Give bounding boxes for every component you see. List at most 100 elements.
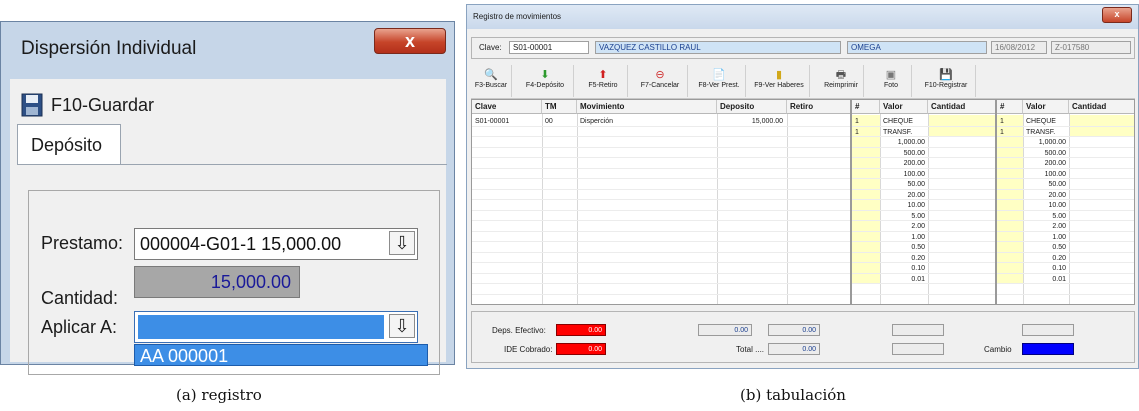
denomination-value[interactable]: 1,000.00: [1023, 138, 1066, 148]
denomination-value[interactable]: CHEQUE: [883, 117, 913, 127]
toolbar-button-registrar[interactable]: 💾 F10-Registrar: [917, 65, 976, 97]
empty-field-1: [892, 324, 944, 336]
dispersion-window: Dispersión Individual x F10-Guardar Depó…: [0, 21, 455, 375]
denomination-grid-left[interactable]: # Valor Cantidad CHEQUE TRANSF. 1,000.00 50…: [851, 99, 996, 305]
denomination-number[interactable]: 1: [1000, 128, 1004, 138]
aplicar-combo[interactable]: ⇩: [134, 311, 418, 343]
denomination-value[interactable]: 0.10: [880, 264, 925, 274]
magnifier-icon: 🔍: [484, 69, 498, 81]
col-header-valor[interactable]: Valor: [1023, 100, 1069, 114]
denomination-value[interactable]: 500.00: [1023, 149, 1066, 159]
toolbar-button-ver-haberes[interactable]: ▮ F9-Ver Haberes: [749, 65, 810, 97]
denomination-value[interactable]: 100.00: [880, 170, 925, 180]
denomination-value[interactable]: 100.00: [1023, 170, 1066, 180]
denomination-value[interactable]: 0.01: [880, 275, 925, 285]
grid-row-line: [997, 293, 1134, 295]
denomination-value[interactable]: 10.00: [1023, 201, 1066, 211]
denomination-value[interactable]: 5.00: [1023, 212, 1066, 222]
grid-row-line: [472, 262, 850, 263]
col-header-cantidad[interactable]: Cantidad: [1069, 100, 1134, 114]
cantidad-value: 15,000.00: [210, 272, 291, 292]
title-bar: Registro de movimientos x: [467, 5, 1138, 29]
fecha-field[interactable]: 16/08/2012: [991, 41, 1047, 54]
toolbar-button-cancelar[interactable]: ⊖ F7-Cancelar: [633, 65, 688, 97]
toolbar-button-foto[interactable]: ▣ Foto: [871, 65, 912, 97]
subtotal-field-2: 0.00: [768, 324, 820, 336]
denomination-value[interactable]: TRANSF.: [1026, 128, 1055, 138]
denomination-value[interactable]: 2.00: [880, 222, 925, 232]
total-field: 0.00: [768, 343, 820, 355]
grid-row-line: [997, 136, 1134, 137]
col-header-number[interactable]: #: [852, 100, 880, 114]
denomination-value[interactable]: 2.00: [1023, 222, 1066, 232]
denomination-value[interactable]: 200.00: [1023, 159, 1066, 169]
denomination-value[interactable]: 0.50: [1023, 243, 1066, 253]
denomination-value[interactable]: 5.00: [880, 212, 925, 222]
caption-b: (b) tabulación: [740, 386, 846, 404]
aplicar-dropdown-list[interactable]: AA 000001: [134, 344, 428, 366]
col-header-deposito[interactable]: Deposito: [717, 100, 787, 114]
col-header-movimiento[interactable]: Movimiento: [577, 100, 717, 114]
col-header-number[interactable]: #: [997, 100, 1023, 114]
toolbar-button-buscar[interactable]: 🔍 F3-Buscar: [471, 65, 512, 97]
col-header-clave[interactable]: Clave: [472, 100, 542, 114]
grid-row-line: [472, 146, 850, 148]
denomination-value[interactable]: 500.00: [880, 149, 925, 159]
denomination-value[interactable]: 0.01: [1023, 275, 1066, 285]
denomination-value[interactable]: 1.00: [1023, 233, 1066, 243]
aplicar-dropdown-button[interactable]: ⇩: [389, 314, 415, 338]
totals-footer: Deps. Efectivo: 0.00 IDE Cobrado: 0.00 0…: [471, 311, 1135, 363]
chart-icon: ▮: [775, 69, 783, 81]
save-button[interactable]: F10-Guardar: [21, 90, 154, 120]
window-title: Registro de movimientos: [473, 12, 562, 21]
grid-row-line: [472, 199, 850, 200]
denomination-value[interactable]: CHEQUE: [1026, 117, 1056, 127]
caption-a: (a) registro: [176, 386, 262, 404]
denomination-value[interactable]: 50.00: [1023, 180, 1066, 190]
dropdown-option[interactable]: AA 000001: [140, 346, 228, 367]
window-title: Dispersión Individual: [21, 38, 197, 59]
denomination-value[interactable]: 0.50: [880, 243, 925, 253]
denomination-value[interactable]: 1.00: [880, 233, 925, 243]
toolbar-button-deposito[interactable]: ⬇ F4-Depósito: [517, 65, 574, 97]
denomination-value[interactable]: 0.20: [1023, 254, 1066, 264]
denomination-value[interactable]: 20.00: [880, 191, 925, 201]
col-header-retiro[interactable]: Retiro: [787, 100, 850, 114]
denomination-value[interactable]: 50.00: [880, 180, 925, 190]
clave-input[interactable]: S01-00001: [509, 41, 589, 54]
toolbar: 🔍 F3-Buscar ⬇ F4-Depósito ⬆ F5-Retiro ⊖ …: [471, 65, 991, 97]
fecha-value: 16/08/2012: [995, 43, 1036, 52]
toolbar-button-ver-prest[interactable]: 📄 F8-Ver Prest.: [693, 65, 746, 97]
deps-efectivo-label: Deps. Efectivo:: [492, 326, 546, 335]
prestamo-dropdown-button[interactable]: ⇩: [389, 231, 415, 255]
denomination-value[interactable]: 0.10: [1023, 264, 1066, 274]
denomination-value[interactable]: TRANSF.: [883, 128, 912, 138]
clave-label: Clave:: [479, 43, 502, 52]
toolbar-button-reimprimir[interactable]: 🖶 Reimprimir: [819, 65, 864, 97]
close-button[interactable]: x: [374, 28, 446, 54]
prestamo-combo[interactable]: 000004-G01-1 15,000.00 ⇩: [134, 228, 418, 260]
grid-row-line: [997, 304, 1134, 305]
subtotal-field-1: 0.00: [698, 324, 752, 336]
arrow-down-icon: ⇩: [394, 316, 410, 336]
denomination-value[interactable]: 200.00: [880, 159, 925, 169]
toolbar-button-retiro[interactable]: ⬆ F5-Retiro: [579, 65, 628, 97]
col-header-cantidad[interactable]: Cantidad: [928, 100, 995, 114]
col-header-valor[interactable]: Valor: [880, 100, 928, 114]
denomination-grid-right[interactable]: # Valor Cantidad CHEQUE TRANSF. 1,000.00 50…: [996, 99, 1135, 305]
denomination-number[interactable]: 1: [855, 128, 859, 138]
col-header-tm[interactable]: TM: [542, 100, 577, 114]
denomination-number[interactable]: 1: [1000, 117, 1004, 127]
grid-row-line: [852, 125, 995, 127]
movements-grid[interactable]: Clave TM Movimiento Deposito Retiro S01-…: [471, 99, 851, 305]
tab-deposito[interactable]: Depósito: [17, 124, 121, 164]
close-button[interactable]: x: [1102, 7, 1132, 23]
cantidad-field: 15,000.00: [134, 266, 300, 298]
denomination-number[interactable]: 1: [855, 117, 859, 127]
denomination-value[interactable]: 1,000.00: [880, 138, 925, 148]
denomination-value[interactable]: 20.00: [1023, 191, 1066, 201]
denomination-value[interactable]: 0.20: [880, 254, 925, 264]
document-icon: 📄: [712, 69, 726, 81]
cambio-label: Cambio: [984, 345, 1012, 354]
denomination-value[interactable]: 10.00: [880, 201, 925, 211]
